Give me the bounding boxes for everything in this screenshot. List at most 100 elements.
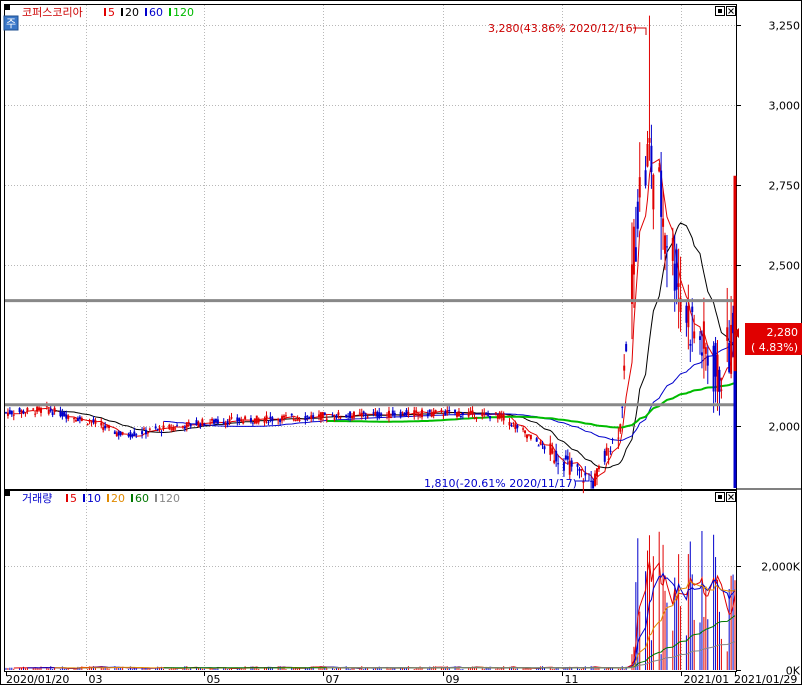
candle-body [714,342,717,377]
candle-body [584,473,587,476]
candle-body [172,426,175,431]
candle-body [603,450,606,462]
candle-body [18,408,21,413]
candle-body [88,420,91,422]
candle-body [430,412,433,417]
candle-body [203,423,206,426]
legend-marker-120 [155,494,157,502]
candle-body [434,409,437,414]
candle-body [242,421,245,424]
candle-body [158,427,161,430]
candle-body [323,412,326,415]
price-tick-label: 2,750 [769,180,801,193]
candle-body [374,411,377,415]
candle-body [38,407,41,411]
candle-body [611,439,614,441]
stock-chart[interactable]: 주 코퍼스코리아 5 20 60 120 거래량 5 10 20 60 120 3,250 3,… [0,0,802,685]
candle-body [454,409,457,414]
candle-body [687,306,690,328]
volume-minimize-icon[interactable] [715,492,725,502]
candle-body [720,389,723,391]
legend-marker-10 [83,494,85,502]
candle-body [665,246,668,248]
price-tick-label: 3,000 [769,100,801,113]
candle-body [131,434,134,437]
candle-body [662,218,665,227]
candle-body [349,411,352,418]
candle-body [74,420,77,422]
minimize-icon[interactable] [715,6,725,16]
candle-body [605,447,608,456]
candle-body [141,431,144,435]
candle-body [471,410,474,415]
candle-body [607,458,610,460]
price-panel[interactable] [4,4,737,490]
candle-body [483,412,486,414]
date-tick-label: 09 [446,673,460,685]
date-tick-label: 03 [89,673,103,685]
candle-body [10,410,13,415]
date-tick-label: 07 [326,673,340,685]
legend-label-20: 20 [125,6,139,19]
candle-body [352,411,355,418]
candle-body [658,167,661,172]
candle-body [47,409,50,414]
candle-body [510,425,513,427]
close-icon[interactable] [726,6,736,16]
candle-body [500,414,503,418]
candle-body [467,412,470,417]
candle-body [304,416,307,421]
candle-body [251,422,254,424]
candle-body [135,434,138,436]
candle-body [230,417,233,419]
candle-body [244,416,247,420]
candle-body [317,414,320,417]
volume-panel[interactable] [4,490,737,672]
candle-body [36,406,39,412]
date-tick-label: 2021/01 [684,673,730,685]
candle-body [170,428,173,430]
candle-body [632,226,635,275]
candle-body [700,352,703,356]
badge[interactable]: 주 [3,15,19,31]
candle-body [26,408,29,412]
candle-body [6,412,9,416]
candle-body [415,410,418,413]
candle-body [376,411,379,417]
candle-body [294,420,297,422]
candle-body [590,480,593,482]
candle-body [32,408,35,410]
candle-body [100,422,103,426]
candle-body [652,174,655,210]
candle-body [456,412,459,417]
candle-body [34,413,37,415]
candle-body [78,416,81,419]
candle-body [65,414,68,419]
candle-body [592,480,595,489]
candle-body [551,448,554,454]
candle-body [308,416,311,419]
candle-body [263,419,266,423]
candle-body [625,344,628,352]
candle-body [61,412,64,417]
candle-body [562,462,565,471]
volume-close-icon[interactable] [726,492,736,502]
candle-body [597,466,600,470]
candle-body [24,412,27,414]
candle-body [94,420,97,424]
candle-body [508,421,511,426]
legend-name: 코퍼스코리아 [22,6,83,19]
candle-body [168,424,171,430]
candle-body [728,342,731,373]
volume-legend-name: 거래량 [22,492,52,505]
candle-body [321,412,324,418]
candle-body [671,237,674,261]
candle-body [59,410,62,417]
candle-body [702,321,705,349]
candle-body [86,423,89,425]
candle-body [664,235,667,254]
candle-body [636,201,639,229]
candle-body [522,428,525,430]
candle-body [162,425,165,430]
candle-body [195,420,198,426]
